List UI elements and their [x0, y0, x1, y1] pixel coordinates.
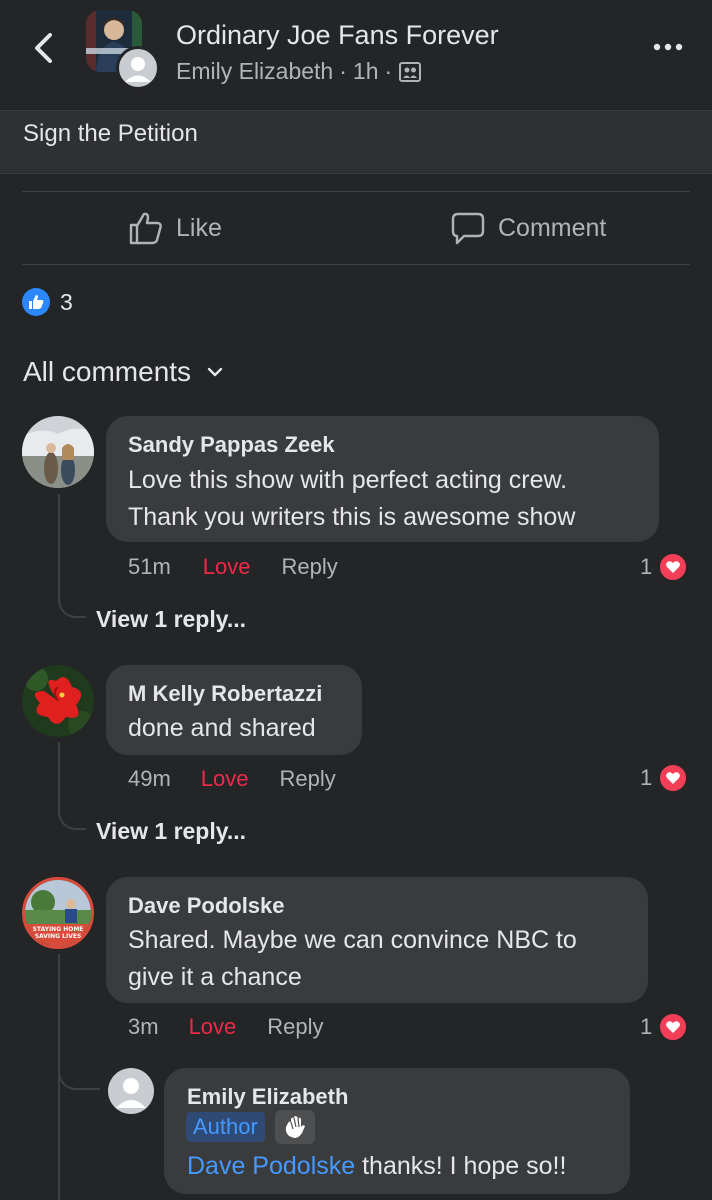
- chevron-left-icon: [35, 33, 52, 63]
- reply-author-avatar[interactable]: [108, 1068, 154, 1114]
- comment-icon: [451, 212, 485, 245]
- comments-filter-dropdown[interactable]: All comments: [23, 356, 225, 388]
- link-preview-title[interactable]: Sign the Petition: [23, 120, 198, 148]
- comment-actions: 49m Love Reply: [128, 766, 336, 792]
- more-options-button[interactable]: [648, 30, 688, 60]
- comment-time: 51m: [128, 554, 171, 579]
- thread-connector: [58, 570, 86, 618]
- thread-connector: [58, 1040, 100, 1090]
- commenter-avatar[interactable]: [22, 665, 94, 737]
- author-avatar: [116, 46, 160, 90]
- reaction-number: 1: [640, 554, 653, 579]
- group-avatar[interactable]: [86, 10, 160, 90]
- reply-text: Dave Podolske thanks! I hope so!!: [187, 1148, 566, 1185]
- like-label: Like: [176, 213, 222, 242]
- meta-separator: ·: [339, 58, 347, 84]
- reaction-count: 3: [60, 288, 73, 315]
- heart-icon: [658, 552, 689, 582]
- love-button[interactable]: Love: [201, 766, 249, 792]
- reply-badges: Author: [186, 1110, 315, 1144]
- comment-reaction-count[interactable]: 1: [640, 552, 689, 582]
- reply-message: thanks! I hope so!!: [355, 1152, 567, 1180]
- thread-line: [58, 494, 60, 578]
- commenter-name[interactable]: Sandy Pappas Zeek: [128, 432, 335, 458]
- chevron-down-icon: [207, 367, 223, 377]
- heart-icon: [658, 763, 689, 793]
- view-replies-link[interactable]: View 1 reply...: [96, 818, 246, 845]
- comment-reaction-count[interactable]: 1: [640, 1012, 689, 1042]
- love-button[interactable]: Love: [203, 554, 251, 580]
- post-author[interactable]: Emily Elizabeth: [176, 58, 333, 85]
- comments-filter-label: All comments: [23, 356, 192, 387]
- thumbs-up-icon: [129, 212, 162, 245]
- thread-connector: [58, 782, 86, 830]
- comment-text: Shared. Maybe we can convince NBC to: [128, 926, 577, 954]
- reaction-number: 1: [640, 1014, 653, 1039]
- comment-reaction-count[interactable]: 1: [640, 763, 689, 793]
- reply-button[interactable]: Reply: [267, 1014, 323, 1040]
- comment-time: 3m: [128, 1014, 159, 1039]
- comment-text: Thank you writers this is awesome show: [128, 503, 576, 531]
- more-icon: [653, 43, 683, 51]
- meta-separator: ·: [384, 58, 393, 84]
- divider: [22, 191, 690, 192]
- heart-icon: [658, 1012, 689, 1042]
- comment-text: Love this show with perfect acting crew.: [128, 466, 568, 494]
- members-privacy-icon: [399, 61, 422, 82]
- comment-time: 49m: [128, 766, 171, 791]
- comment-actions: 3m Love Reply: [128, 1014, 324, 1040]
- avatar-frame-text: SAVING LIVES: [34, 933, 82, 940]
- like-button[interactable]: Like: [128, 210, 222, 246]
- comment-text: give it a chance: [128, 963, 302, 991]
- love-button[interactable]: Love: [189, 1014, 237, 1040]
- post-meta: Emily Elizabeth · 1h ·: [176, 58, 422, 85]
- reply-button[interactable]: Reply: [282, 554, 338, 580]
- avatar-frame-text: STAYING HOME: [32, 926, 84, 933]
- comment-actions: 51m Love Reply: [128, 554, 338, 580]
- mention-link[interactable]: Dave Podolske: [187, 1152, 355, 1180]
- view-replies-link[interactable]: View 1 reply...: [96, 606, 246, 633]
- commenter-name[interactable]: Dave Podolske: [128, 893, 285, 919]
- comment-text: done and shared: [128, 714, 316, 742]
- reaction-number: 1: [640, 765, 653, 790]
- reply-author-name[interactable]: Emily Elizabeth: [187, 1084, 348, 1110]
- comment-label: Comment: [498, 213, 607, 242]
- reply-button[interactable]: Reply: [280, 766, 336, 792]
- back-button[interactable]: [26, 28, 66, 68]
- commenter-name[interactable]: M Kelly Robertazzi: [128, 681, 322, 707]
- author-badge: Author: [186, 1112, 265, 1142]
- group-name[interactable]: Ordinary Joe Fans Forever: [176, 20, 499, 51]
- commenter-avatar[interactable]: [22, 416, 94, 488]
- wave-hand-icon: [274, 1110, 315, 1144]
- post-time: 1h: [352, 58, 379, 84]
- like-reaction-icon: [22, 288, 50, 316]
- divider: [22, 264, 690, 265]
- comment-button[interactable]: Comment: [450, 210, 606, 246]
- commenter-avatar[interactable]: STAYING HOME SAVING LIVES: [22, 877, 94, 949]
- reactions-summary[interactable]: 3: [22, 288, 73, 316]
